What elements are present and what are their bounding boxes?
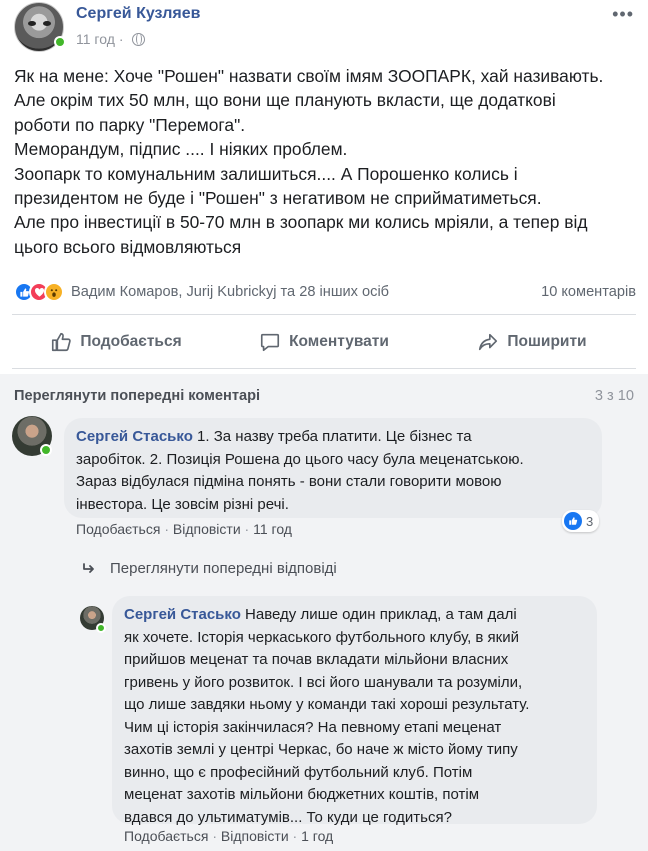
comment-text-line: інвестора. Це зовсім різні речі. (76, 495, 289, 513)
like-button-label: Подобається (80, 333, 182, 350)
reply-text-line: як хочете. Історія черкаського футбольно… (124, 628, 520, 646)
thumbs-up-icon (52, 332, 72, 352)
online-status-icon (40, 444, 52, 456)
globe-icon[interactable] (131, 32, 145, 46)
comment-text-line: Зараз відбулася підміна понять - вони ст… (76, 473, 502, 490)
reply-author[interactable]: Сергей Стасько (124, 606, 241, 623)
reply-bubble: Сергей Стасько Наведу лише один приклад,… (112, 596, 597, 826)
separator: · (212, 828, 217, 844)
post-text-line: Меморандум, підпис .... І ніяких проблем… (14, 139, 348, 160)
reply-like-link[interactable]: Подобається (124, 828, 208, 844)
divider (12, 314, 636, 315)
share-button[interactable]: Поширити (428, 318, 636, 366)
comment-actions: Подобається · Відповісти · 11 год (76, 521, 292, 537)
reactors-list[interactable]: Вадим Комаров, Jurij Kubrickyj та 28 інш… (71, 284, 389, 300)
like-button[interactable]: Подобається (12, 318, 220, 366)
reply-text-line: меценат захотів мільйони бюджетних кошті… (124, 786, 480, 803)
post-text-line: цього всього відмовляються (14, 236, 242, 257)
post-text-line: роботи по парку "Перемога". (14, 114, 246, 135)
post-meta: 11 год · (76, 31, 145, 47)
reactions-bar: Вадим Комаров, Jurij Kubrickyj та 28 інш… (14, 278, 636, 306)
online-status-icon (96, 623, 106, 633)
post-text-line: Але про інвестиції в 50-70 млн в зоопарк… (14, 212, 588, 233)
meta-separator: · (118, 31, 124, 47)
post-more-button[interactable]: ••• (612, 4, 634, 25)
post-actions: Подобається Коментувати Поширити (12, 318, 636, 366)
comment-like-link[interactable]: Подобається (76, 521, 160, 537)
separator: · (244, 521, 250, 537)
post-text-line: Як на мене: Хоче "Рошен" назвати своїм і… (14, 66, 604, 86)
separator: · (292, 828, 298, 844)
comment-text-line: заробіток. 2. Позиція Рошена до цього ча… (76, 450, 524, 468)
online-status-icon (54, 36, 66, 48)
reply-text-line: гривень у його розвиток. І всі його шану… (124, 673, 523, 691)
comment-button[interactable]: Коментувати (220, 318, 428, 366)
comment-bubble: Сергей Стасько 1. За назву треба платити… (64, 418, 602, 518)
divider (12, 368, 636, 369)
comments-section: Переглянути попередні коментарі 3 з 10 С… (0, 374, 648, 851)
comment-reactions[interactable]: 3 (562, 510, 600, 532)
comment-author[interactable]: Сергей Стасько (76, 428, 193, 445)
view-previous-comments-link[interactable]: Переглянути попередні коментарі (14, 388, 260, 404)
post-text-line: Зоопарк то комунальним залишиться.... А … (14, 163, 518, 184)
post-text-line: Але окрім тих 50 млн, що вони ще плануют… (14, 90, 556, 111)
reply-text-line: Чим ці історія закінчилася? На певному е… (124, 718, 502, 736)
view-previous-replies-link[interactable]: Переглянути попередні відповіді (82, 560, 337, 577)
reply-text-line: що лише завдяки ньому у команди такі хор… (124, 696, 530, 713)
comments-count[interactable]: 10 коментарів (541, 284, 636, 300)
comment-button-label: Коментувати (289, 333, 389, 350)
reply-text-line: прийшов меценат та почав вкладати мільйо… (124, 651, 509, 668)
post-text-line: президентом не буде і "Рошен" з негативо… (14, 188, 542, 209)
comments-counter: 3 з 10 (594, 388, 634, 404)
reply-arrow-icon (83, 562, 94, 573)
reply-actions: Подобається · Відповісти · 1 год (124, 828, 333, 844)
comment-time[interactable]: 11 год (253, 521, 292, 537)
separator: · (164, 521, 169, 537)
view-previous-replies-label: Переглянути попередні відповіді (110, 560, 337, 577)
post-header: Сергей Кузляев 11 год · ••• (12, 0, 636, 58)
comment-reply-link[interactable]: Відповісти (173, 521, 241, 537)
share-icon (479, 333, 498, 351)
reply-text-line: винно, що є професійний футбольний клуб.… (124, 763, 473, 781)
reply-time[interactable]: 1 год (301, 828, 333, 844)
post-text: Як на мене: Хоче "Рошен" назвати своїм і… (14, 64, 639, 259)
comment-icon (261, 333, 280, 352)
comment-reaction-count: 3 (586, 513, 594, 529)
reply-text-line: захотів землі у центрі Черкас, бо наче ж… (124, 741, 518, 758)
reply-text-line: Наведу лише один приклад, а там далі (240, 606, 517, 623)
wow-reaction-icon[interactable] (44, 282, 64, 302)
reply-text-line: вдався до ультиматумів... То куди це год… (124, 808, 452, 826)
like-reaction-icon (564, 512, 582, 530)
post-time[interactable]: 11 год (76, 31, 115, 47)
post-author-name[interactable]: Сергей Кузляев (76, 5, 201, 23)
comment-text-line: 1. За назву треба платити. Це бізнес та (192, 428, 472, 445)
reply-reply-link[interactable]: Відповісти (221, 828, 289, 844)
share-button-label: Поширити (507, 333, 587, 350)
